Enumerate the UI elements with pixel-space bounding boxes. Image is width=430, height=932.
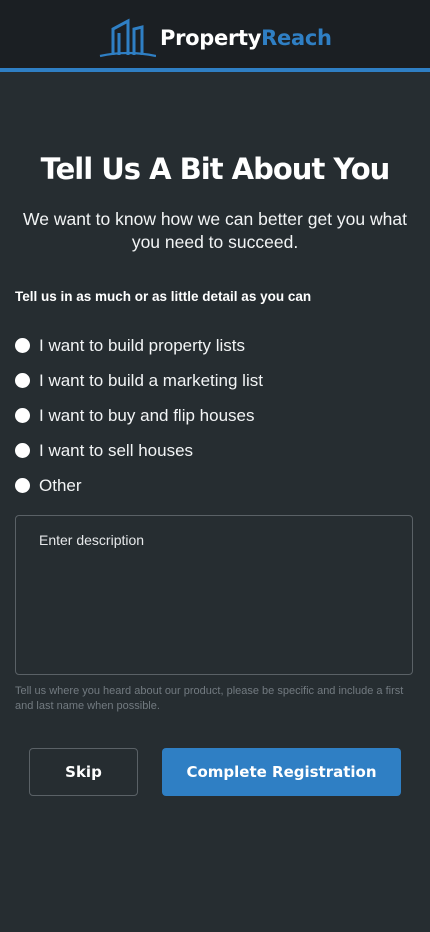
option-label: Other	[39, 475, 82, 495]
brand-name: PropertyReach	[160, 25, 332, 50]
complete-registration-button[interactable]: Complete Registration	[162, 748, 401, 796]
description-helper-text: Tell us where you heard about our produc…	[15, 685, 404, 712]
option-build-marketing-list[interactable]: I want to build a marketing list	[15, 363, 415, 398]
radio-button[interactable]	[15, 408, 30, 423]
option-label: I want to buy and flip houses	[39, 405, 255, 425]
option-label: I want to build a marketing list	[39, 370, 263, 390]
option-label: I want to sell houses	[39, 440, 194, 460]
option-build-property-lists[interactable]: I want to build property lists	[15, 328, 415, 363]
option-buy-and-flip-houses[interactable]: I want to buy and flip houses	[15, 398, 415, 433]
option-other[interactable]: Other	[15, 468, 415, 503]
building-logo-icon	[99, 18, 156, 58]
skip-button[interactable]: Skip	[29, 748, 138, 796]
option-label: I want to build property lists	[39, 335, 245, 355]
instruction-text: Tell us in as much or as little detail a…	[15, 289, 312, 304]
radio-button[interactable]	[15, 443, 30, 458]
app-header: PropertyReach	[0, 0, 430, 72]
brand-name-part1: Property	[160, 25, 262, 50]
radio-button[interactable]	[15, 338, 30, 353]
brand-logo[interactable]: PropertyReach	[98, 17, 332, 59]
radio-button[interactable]	[15, 478, 30, 493]
option-sell-houses[interactable]: I want to sell houses	[15, 433, 415, 468]
page-title: Tell Us A Bit About You	[40, 152, 391, 186]
radio-button[interactable]	[15, 373, 30, 388]
goal-options: I want to build property lists I want to…	[15, 328, 415, 503]
brand-name-part2: Reach	[261, 25, 332, 50]
description-input[interactable]	[15, 515, 413, 675]
page-subtitle: We want to know how we can better get yo…	[23, 209, 407, 252]
